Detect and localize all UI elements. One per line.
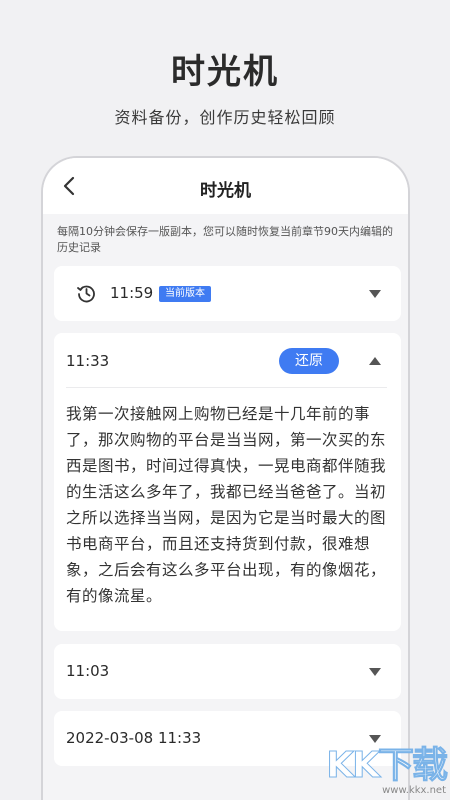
phone-frame: 时光机 每隔10分钟会保存一版副本，您可以随时恢复当前章节90天内编辑的历史记录… [41,156,410,800]
version-item[interactable]: 11:03 [54,644,401,699]
restore-button[interactable]: 还原 [279,348,339,374]
watermark-url: www.kkx.net [382,785,446,796]
nav-title: 时光机 [200,181,251,201]
version-time: 11:59 [110,284,154,302]
version-time: 11:03 [66,662,110,680]
version-item-expanded[interactable]: 11:33 还原 我第一次接触网上购物已经是十几年前的事了，那次购物的平台是当当… [54,333,401,631]
chevron-up-icon[interactable] [369,357,381,365]
chevron-down-icon[interactable] [369,290,381,298]
hero-subtitle: 资料备份，创作历史轻松回顾 [114,108,336,127]
nav-bar: 时光机 [43,158,408,214]
version-content: 我第一次接触网上购物已经是十几年前的事了，那次购物的平台是当当网，第一次买的东西… [66,405,387,605]
history-icon [77,285,95,303]
current-version-badge: 当前版本 [159,286,211,302]
notice-text: 每隔10分钟会保存一版副本，您可以随时恢复当前章节90天内编辑的历史记录 [57,225,393,254]
watermark-logo: KK下载 [326,745,449,786]
version-time: 11:33 [66,352,110,370]
divider [66,387,387,388]
version-time: 2022-03-08 11:33 [66,729,202,747]
chevron-down-icon[interactable] [369,735,381,743]
hero-title: 时光机 [171,52,279,92]
watermark: KK下载 www.kkx.net [326,745,449,796]
chevron-down-icon[interactable] [369,668,381,676]
version-item[interactable]: 11:59 当前版本 [54,266,401,321]
